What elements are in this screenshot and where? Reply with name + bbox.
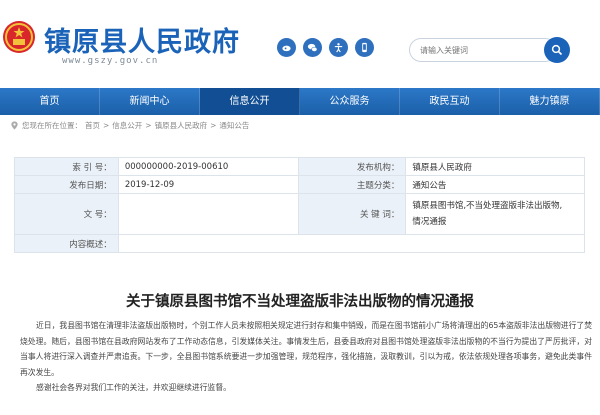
- breadcrumb: 您现在所在位置： 首页 > 信息公开 > 镇原县人民政府 > 通知公告: [10, 120, 249, 131]
- location-icon: [11, 121, 18, 130]
- nav-item-public-service[interactable]: 公众服务: [300, 88, 400, 115]
- breadcrumb-item-government[interactable]: 镇原县人民政府: [155, 120, 208, 131]
- wechat-icon[interactable]: [303, 38, 322, 57]
- breadcrumb-separator: >: [103, 121, 110, 130]
- nav-item-home[interactable]: 首页: [0, 88, 100, 115]
- document-info-table: 索 引 号： 000000000-2019-00610 发布机构： 镇原县人民政…: [14, 157, 586, 253]
- article-body: 近日，我县图书馆在清理非法盗版出版物时，个别工作人员未按照相关规定进行封存和集中…: [20, 318, 592, 396]
- breadcrumb-separator: >: [210, 121, 217, 130]
- doc-number-label: 文 号：: [14, 193, 119, 235]
- nav-item-info-disclosure[interactable]: 信息公开: [200, 88, 300, 115]
- category-value: 通知公告: [405, 175, 585, 194]
- keywords-value: 镇原县图书馆,不当处理盗版非法出版物, 情况通报: [405, 193, 585, 235]
- header-icon-group: [277, 38, 374, 57]
- search-box: [409, 38, 557, 62]
- nav-item-charm[interactable]: 魅力镇原: [500, 88, 600, 115]
- summary-value: [117, 234, 586, 253]
- article-paragraph: 近日，我县图书馆在清理非法盗版出版物时，个别工作人员未按照相关规定进行封存和集中…: [20, 321, 592, 377]
- breadcrumb-item-info[interactable]: 信息公开: [112, 120, 142, 131]
- breadcrumb-item-home[interactable]: 首页: [85, 120, 100, 131]
- breadcrumb-prefix: 您现在所在位置：: [22, 121, 82, 130]
- keywords-line-1: 镇原县图书馆,不当处理盗版非法出版物,: [412, 201, 563, 211]
- index-value: 000000000-2019-00610: [117, 157, 299, 176]
- breadcrumb-item-notices[interactable]: 通知公告: [219, 120, 249, 131]
- summary-label: 内容概述：: [14, 234, 119, 253]
- weibo-icon[interactable]: [277, 38, 296, 57]
- issuer-value: 镇原县人民政府: [405, 157, 585, 176]
- site-url: www.gszy.gov.cn: [62, 56, 159, 66]
- accessibility-icon[interactable]: [329, 38, 348, 57]
- site-header: 镇原县人民政府 www.gszy.gov.cn: [0, 0, 600, 88]
- nav-item-interaction[interactable]: 政民互动: [400, 88, 500, 115]
- issuer-label: 发布机构：: [297, 157, 407, 176]
- search-button[interactable]: [544, 37, 570, 63]
- keywords-label: 关 键 词：: [297, 193, 407, 235]
- date-label: 发布日期：: [14, 175, 119, 194]
- keywords-line-2: 情况通报: [412, 217, 447, 227]
- category-label: 主题分类：: [297, 175, 407, 194]
- date-value: 2019-12-09: [117, 175, 299, 194]
- site-title[interactable]: 镇原县人民政府: [44, 20, 240, 59]
- article-title: 关于镇原县图书馆不当处理盗版非法出版物的情况通报: [126, 294, 474, 310]
- search-input[interactable]: [420, 43, 530, 57]
- doc-number-value: [117, 193, 299, 235]
- nav-item-news[interactable]: 新闻中心: [100, 88, 200, 115]
- national-emblem-icon[interactable]: [2, 20, 36, 54]
- article-paragraph: 感谢社会各界对我们工作的关注，并欢迎继续进行监督。: [36, 383, 231, 392]
- breadcrumb-separator: >: [145, 121, 152, 130]
- search-icon: [551, 44, 563, 56]
- main-nav: 首页 新闻中心 信息公开 公众服务 政民互动 魅力镇原: [0, 88, 600, 115]
- index-label: 索 引 号：: [14, 157, 119, 176]
- mobile-icon[interactable]: [355, 38, 374, 57]
